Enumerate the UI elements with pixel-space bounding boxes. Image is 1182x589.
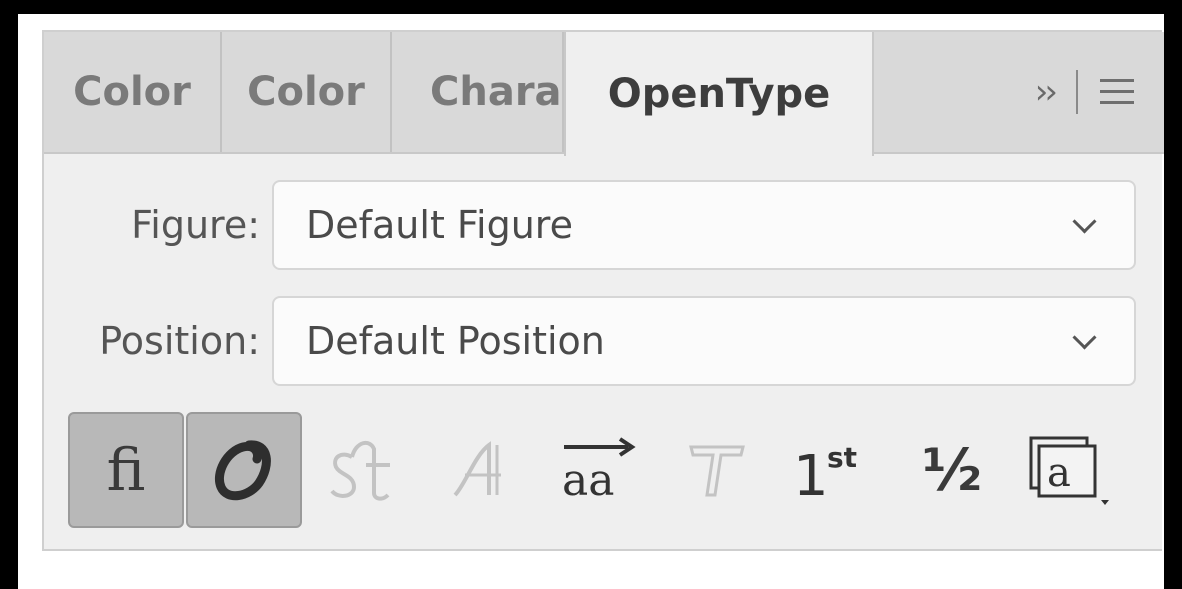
fraction-icon: ½: [921, 436, 983, 504]
chevron-down-icon: [1070, 211, 1098, 239]
figure-row: Figure: Default Figure: [44, 180, 1164, 270]
contextual-alternates-button[interactable]: aa: [540, 412, 656, 528]
tab-controls: ››: [964, 32, 1164, 152]
svg-text:st: st: [827, 441, 857, 474]
panel-tab-bar: Color Color Chara OpenType ››: [44, 32, 1164, 156]
tab-opentype[interactable]: OpenType: [564, 32, 874, 156]
stylistic-sets-icon: a: [1029, 436, 1109, 505]
position-row: Position: Default Position: [44, 296, 1164, 386]
tab-color[interactable]: Color: [44, 32, 222, 152]
tab-character[interactable]: Chara: [392, 32, 564, 152]
figure-dropdown[interactable]: Default Figure: [272, 180, 1136, 270]
figure-label: Figure:: [131, 203, 260, 247]
opentype-panel: Color Color Chara OpenType ›› Figure: De…: [42, 30, 1164, 551]
stylistic-sets-button[interactable]: a: [1012, 412, 1128, 528]
svg-text:a: a: [1047, 450, 1071, 496]
svg-text:aa: aa: [562, 455, 614, 506]
svg-text:1: 1: [793, 444, 829, 507]
standard-ligatures-button[interactable]: ﬁ: [68, 412, 184, 528]
script-a-icon: [453, 441, 501, 497]
position-value: Default Position: [306, 319, 605, 363]
screen-background: Color Color Chara OpenType ›› Figure: De…: [0, 0, 1182, 589]
titling-t-icon: [689, 445, 745, 497]
hamburger-menu-icon[interactable]: [1100, 79, 1134, 105]
figure-value: Default Figure: [306, 203, 573, 247]
divider: [1076, 70, 1078, 114]
chevron-down-icon: [1070, 327, 1098, 355]
ordinal-button[interactable]: 1 st: [776, 412, 892, 528]
swash-button[interactable]: [186, 412, 302, 528]
contextual-alternates-icon: aa: [562, 437, 636, 506]
position-label: Position:: [99, 319, 260, 363]
position-dropdown[interactable]: Default Position: [272, 296, 1136, 386]
swash-icon: [215, 440, 271, 501]
titling-alternates-button[interactable]: [658, 412, 774, 528]
opentype-features-row: ﬁ aa 1 st ½ a: [68, 412, 1148, 528]
tab-color-2[interactable]: Color: [222, 32, 392, 152]
fi-ligature-icon: ﬁ: [106, 436, 146, 504]
fractions-button[interactable]: ½: [894, 412, 1010, 528]
st-ligature-icon: [330, 440, 390, 501]
stylistic-alternates-button[interactable]: [422, 412, 538, 528]
discretionary-ligatures-button[interactable]: [304, 412, 420, 528]
ordinal-icon: 1 st: [793, 441, 857, 507]
double-chevron-right-icon[interactable]: ››: [1035, 72, 1058, 112]
